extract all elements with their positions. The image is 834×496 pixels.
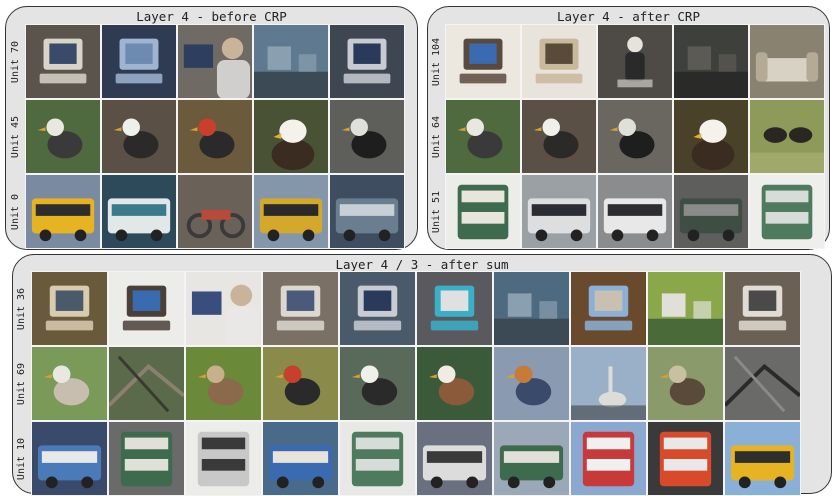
image-thumbnail xyxy=(262,346,339,421)
image-thumbnail xyxy=(724,271,801,346)
image-thumbnail xyxy=(493,271,570,346)
row-label: Unit 0 xyxy=(9,193,21,230)
row-label: Unit 104 xyxy=(430,37,442,86)
image-thumbnail xyxy=(339,346,416,421)
image-thumbnail xyxy=(749,99,825,174)
image-thumbnail xyxy=(262,421,339,496)
image-thumbnail xyxy=(521,24,597,99)
image-thumbnail xyxy=(25,24,101,99)
image-thumbnail xyxy=(329,174,405,249)
image-thumbnail xyxy=(673,174,749,249)
image-thumbnail xyxy=(724,346,801,421)
image-thumbnail xyxy=(101,99,177,174)
panel-title: Layer 4 - after CRP xyxy=(557,9,700,24)
image-thumbnail xyxy=(570,346,647,421)
image-thumbnail xyxy=(253,24,329,99)
image-thumbnail xyxy=(185,271,262,346)
image-thumbnail xyxy=(108,421,185,496)
image-thumbnail xyxy=(339,271,416,346)
image-thumbnail xyxy=(329,99,405,174)
panel-title: Layer 4 - before CRP xyxy=(136,9,287,24)
image-thumbnail xyxy=(329,24,405,99)
panel-before-crp: Layer 4 - before CRP Unit 70 Unit 45 Uni… xyxy=(5,6,418,250)
image-thumbnail xyxy=(177,99,253,174)
panel-title: Layer 4 / 3 - after sum xyxy=(335,257,509,272)
row-label: Unit 10 xyxy=(16,437,27,480)
image-thumbnail xyxy=(416,271,493,346)
image-thumbnail xyxy=(647,421,724,496)
image-thumbnail xyxy=(493,421,570,496)
image-thumbnail xyxy=(101,24,177,99)
image-thumbnail xyxy=(445,99,521,174)
row-label: Unit 45 xyxy=(9,115,21,158)
image-thumbnail xyxy=(597,174,673,249)
image-thumbnail xyxy=(570,271,647,346)
image-thumbnail xyxy=(724,421,801,496)
image-thumbnail xyxy=(445,24,521,99)
image-thumbnail xyxy=(647,346,724,421)
image-thumbnail xyxy=(101,174,177,249)
image-thumbnail xyxy=(570,421,647,496)
image-thumbnail xyxy=(749,174,825,249)
image-thumbnail xyxy=(31,271,108,346)
image-thumbnail xyxy=(262,271,339,346)
image-thumbnail xyxy=(673,99,749,174)
image-thumbnail xyxy=(108,346,185,421)
image-thumbnail xyxy=(445,174,521,249)
image-thumbnail xyxy=(493,346,570,421)
row-label: Unit 36 xyxy=(16,287,27,330)
row-label: Unit 70 xyxy=(9,40,21,83)
row-label: Unit 64 xyxy=(430,115,442,158)
image-thumbnail xyxy=(177,24,253,99)
image-thumbnail xyxy=(521,99,597,174)
panel-after-sum: Layer 4 / 3 - after sum Unit 36 Unit 69 … xyxy=(12,254,832,496)
image-thumbnail xyxy=(416,346,493,421)
image-thumbnail xyxy=(25,174,101,249)
image-thumbnail xyxy=(521,174,597,249)
image-thumbnail xyxy=(185,421,262,496)
image-thumbnail xyxy=(31,421,108,496)
image-thumbnail xyxy=(185,346,262,421)
image-thumbnail xyxy=(25,99,101,174)
image-thumbnail xyxy=(339,421,416,496)
image-thumbnail xyxy=(177,174,253,249)
row-label: Unit 69 xyxy=(16,362,27,405)
image-thumbnail xyxy=(253,99,329,174)
image-thumbnail xyxy=(253,174,329,249)
panel-after-crp: Layer 4 - after CRP Unit 104 Unit 64 Uni… xyxy=(427,6,830,250)
row-label: Unit 51 xyxy=(430,190,442,233)
image-thumbnail xyxy=(749,24,825,99)
image-thumbnail xyxy=(673,24,749,99)
image-thumbnail xyxy=(597,99,673,174)
image-thumbnail xyxy=(597,24,673,99)
image-thumbnail xyxy=(31,346,108,421)
image-thumbnail xyxy=(108,271,185,346)
image-thumbnail xyxy=(647,271,724,346)
image-thumbnail xyxy=(416,421,493,496)
